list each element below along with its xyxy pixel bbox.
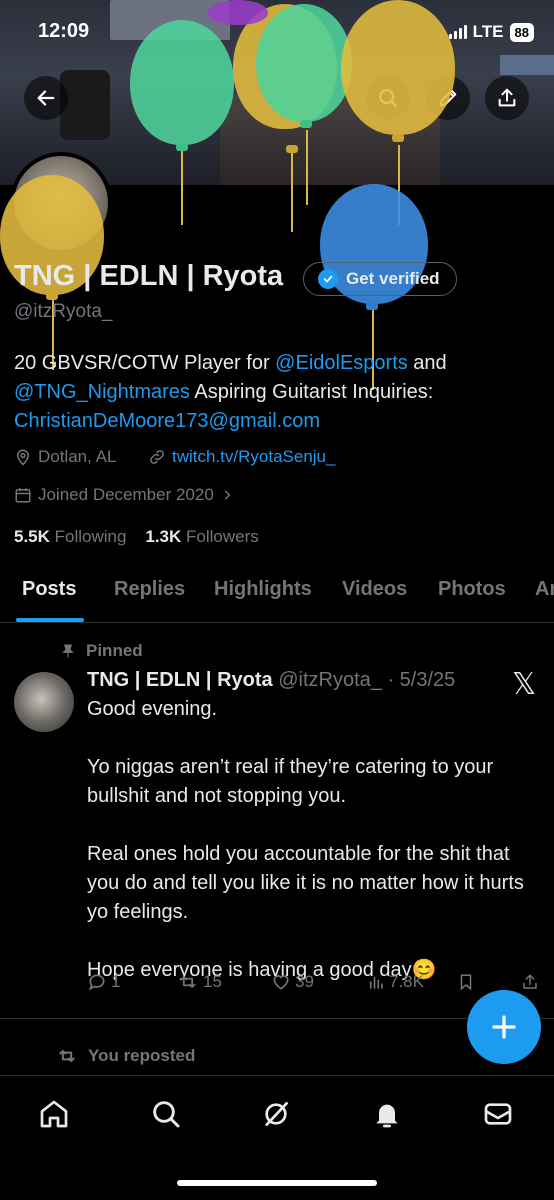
followers-label: Followers [186, 527, 259, 546]
post-author-handle: @itzRyota_ [278, 669, 382, 691]
following-label: Following [54, 527, 127, 546]
calendar-icon [15, 488, 31, 503]
bookmark-button[interactable] [457, 972, 475, 992]
bio-mention-eidol[interactable]: @EidolEsports [275, 352, 408, 374]
bio-text: and [407, 352, 447, 374]
post-paragraph: Hope everyone is having a good day😊 [87, 959, 437, 981]
status-indicators: LTE 88 [448, 22, 534, 42]
bio-mention-tng[interactable]: @TNG_Nightmares [14, 381, 190, 403]
signal-icon [448, 25, 467, 39]
status-time: 12:09 [38, 20, 90, 42]
home-indicator[interactable] [177, 1180, 377, 1186]
location-pin-icon [16, 449, 30, 466]
post-paragraph: Good evening. [87, 698, 218, 720]
bio-text: 20 GBVSR/COTW Player for [14, 352, 276, 374]
like-count: 39 [295, 972, 314, 991]
battery-icon: 88 [509, 22, 534, 42]
like-button[interactable]: 39 [271, 972, 314, 992]
views-chart-icon [369, 976, 383, 989]
get-verified-button[interactable]: Get verified [303, 262, 457, 296]
verified-badge-icon [318, 269, 338, 289]
nav-search[interactable] [148, 1096, 184, 1132]
get-verified-label: Get verified [346, 269, 440, 288]
post-share-button[interactable] [521, 972, 539, 992]
heart-icon [273, 975, 289, 990]
post-date: · 5/3/25 [387, 669, 456, 691]
post-author-name[interactable]: TNG | EDLN | Ryota [87, 669, 273, 691]
link-icon [150, 450, 164, 464]
grok-icon [265, 1102, 288, 1126]
follow-stats: 5.5K Following 1.3K Followers [14, 527, 259, 547]
post-text: Good evening. Yo niggas aren’t real if t… [87, 695, 547, 985]
followers-count: 1.3K [145, 527, 182, 546]
repost-notice: You reposted [56, 1046, 195, 1066]
reply-count: 1 [111, 972, 121, 991]
back-arrow-icon [37, 90, 55, 106]
views-button[interactable]: 7.8K [367, 972, 424, 992]
home-icon [40, 1100, 68, 1128]
following-count: 5.5K [14, 527, 50, 546]
profile-bio: 20 GBVSR/COTW Player for @EidolEsports a… [14, 349, 534, 436]
plus-icon [492, 1015, 516, 1039]
tab-articles[interactable]: Ar [535, 578, 554, 601]
nav-notifications[interactable] [369, 1096, 405, 1132]
repost-button[interactable]: 15 [177, 972, 222, 992]
chevron-right-icon [224, 490, 231, 500]
nav-messages[interactable] [480, 1096, 516, 1132]
views-count: 7.8K [389, 972, 424, 991]
network-label: LTE [472, 22, 504, 41]
display-name: TNG | EDLN | Ryota [14, 260, 284, 292]
share-icon [523, 974, 537, 989]
website-link[interactable]: twitch.tv/RyotaSenju_ [172, 447, 335, 467]
tab-videos[interactable]: Videos [342, 578, 407, 601]
bio-email-link[interactable]: ChristianDeMoore173@gmail.com [14, 410, 320, 432]
location: Dotlan, AL [14, 447, 116, 467]
repost-notice-text: You reposted [88, 1046, 196, 1065]
pin-icon [62, 644, 74, 658]
share-icon [498, 88, 516, 107]
share-button[interactable] [485, 76, 529, 120]
bookmark-icon [460, 974, 472, 991]
profile-handle: @itzRyota_ [14, 301, 113, 322]
following-stat[interactable]: 5.5K Following [14, 527, 126, 546]
reply-button[interactable]: 1 [87, 972, 120, 992]
repost-icon [59, 1050, 75, 1062]
post-header: TNG | EDLN | Ryota @itzRyota_ · 5/3/25 [87, 669, 455, 692]
tab-photos[interactable]: Photos [438, 578, 506, 601]
nav-grok[interactable] [258, 1096, 294, 1132]
profile-tabs: Posts Replies Highlights Videos Photos A… [0, 570, 554, 623]
tab-posts[interactable]: Posts [22, 578, 76, 601]
tab-highlights[interactable]: Highlights [214, 578, 312, 601]
location-label: Dotlan, AL [38, 447, 117, 466]
reply-icon [88, 974, 105, 991]
post-paragraph: Real ones hold you accountable for the s… [87, 843, 524, 923]
website[interactable]: twitch.tv/RyotaSenju_ [148, 447, 335, 467]
tab-replies[interactable]: Replies [114, 578, 185, 601]
followers-stat[interactable]: 1.3K Followers [145, 527, 258, 546]
search-icon [153, 1101, 180, 1128]
repost-count: 15 [203, 972, 222, 991]
mail-icon [484, 1103, 512, 1125]
bio-text: Aspiring Guitarist Inquiries: [189, 381, 434, 403]
bell-icon [376, 1104, 398, 1128]
active-tab-indicator [16, 618, 84, 622]
back-button[interactable] [24, 76, 68, 120]
nav-home[interactable] [36, 1096, 72, 1132]
compose-post-button[interactable] [467, 990, 541, 1064]
post-author-avatar[interactable] [14, 672, 74, 732]
pinned-text: Pinned [86, 641, 143, 660]
repost-icon [180, 976, 196, 988]
post-paragraph: Yo niggas aren’t real if they’re caterin… [87, 756, 494, 807]
pinned-label: Pinned [60, 641, 143, 661]
joined-label: Joined December 2020 [38, 485, 214, 504]
joined-date[interactable]: Joined December 2020 [14, 485, 234, 505]
